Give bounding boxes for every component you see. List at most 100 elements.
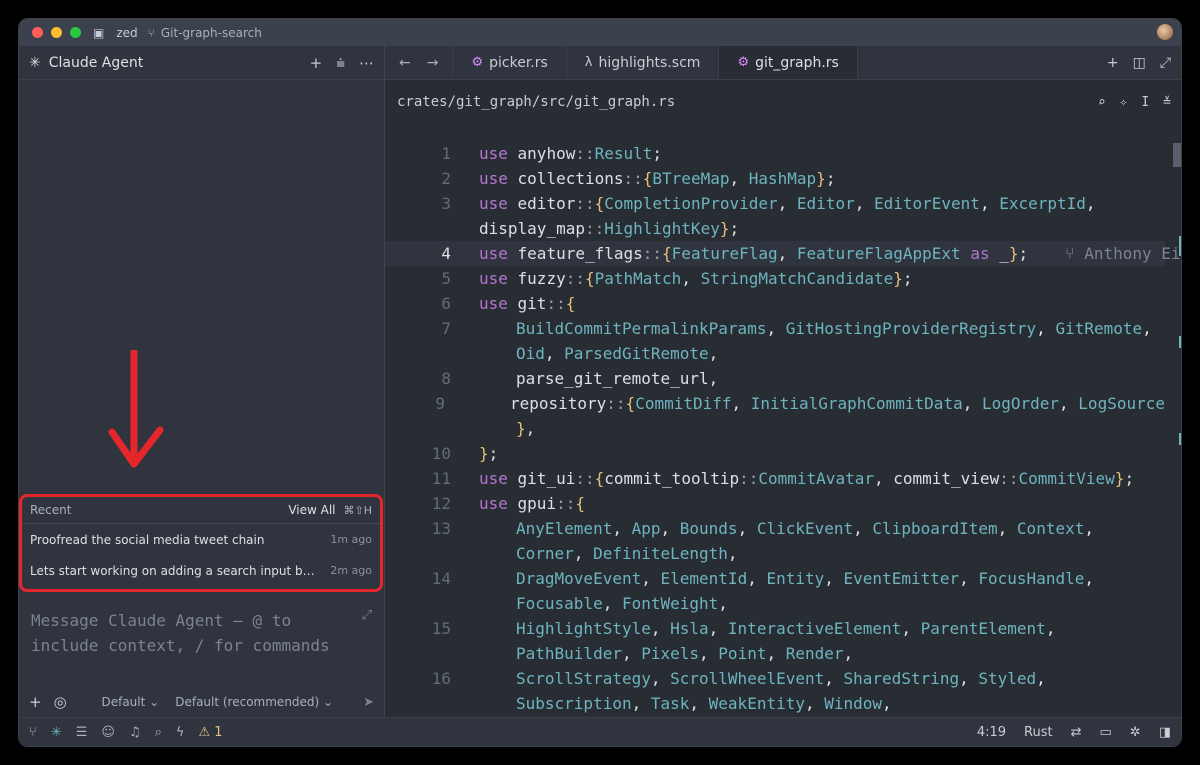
line-number: [385, 591, 465, 616]
code-line: AnyElement, App, Bounds, ClickEvent, Cli…: [516, 519, 1094, 538]
scroll-marker: [1179, 236, 1181, 256]
collab-icon[interactable]: ☺: [101, 725, 115, 740]
tab-git-graph[interactable]: ⚙ git_graph.rs: [719, 46, 858, 79]
titlebar: ▣ zed ⑂ Git-graph-search: [19, 19, 1181, 46]
warning-icon: ⚠: [198, 724, 211, 740]
line-number: 16: [431, 669, 451, 688]
code-line: repository::{CommitDiff, InitialGraphCom…: [509, 394, 1165, 413]
settings-sliders-icon[interactable]: ≚: [1163, 95, 1171, 110]
scrollbar[interactable]: [1171, 141, 1181, 721]
scrollbar-thumb[interactable]: [1173, 143, 1181, 167]
inline-blame[interactable]: ⑂ Anthony Ei: [1065, 241, 1181, 266]
add-context-icon[interactable]: +: [29, 693, 42, 711]
line-number: 14: [431, 569, 451, 588]
code-line: use feature_flags::{FeatureFlag, Feature…: [479, 244, 1029, 263]
warning-indicator[interactable]: ⚠ 1: [198, 725, 222, 740]
code-line: Oid, ParsedGitRemote,: [516, 344, 719, 363]
line-number: 12: [431, 494, 451, 513]
code-line: use gpui::{: [479, 494, 585, 513]
code-line: Subscription, Task, WeakEntity, Window,: [516, 694, 892, 713]
rust-icon: ⚙: [471, 55, 484, 70]
split-pane-icon[interactable]: ◫: [1133, 55, 1146, 71]
tab-label: picker.rs: [489, 54, 548, 71]
expand-icon[interactable]: ⤢: [362, 608, 372, 623]
model-selector[interactable]: Default (recommended) ⌄: [175, 695, 333, 709]
search-icon[interactable]: ⌕: [155, 725, 162, 740]
zoom-icon[interactable]: ⤢: [1160, 55, 1171, 71]
avatar[interactable]: [1157, 24, 1173, 40]
minimize-window-button[interactable]: [51, 27, 62, 38]
lightning-icon[interactable]: ϟ: [176, 725, 185, 740]
target-icon[interactable]: ◎: [54, 693, 67, 711]
window-controls: [32, 27, 81, 38]
app-window: ▣ zed ⑂ Git-graph-search ✳ Claude Agent +…: [18, 18, 1182, 747]
tab-picker[interactable]: ⚙ picker.rs: [453, 46, 567, 79]
forward-icon[interactable]: →: [427, 55, 439, 71]
line-number: 4: [441, 244, 451, 263]
line-number: 8: [441, 369, 451, 388]
terminal-icon[interactable]: ▭: [1100, 725, 1112, 740]
line-number: [385, 216, 465, 241]
line-number: [385, 641, 465, 666]
more-icon[interactable]: ⋯: [359, 54, 374, 72]
line-number: 6: [441, 294, 451, 313]
project-name[interactable]: zed: [116, 26, 137, 40]
sidebar-toggle-icon[interactable]: ▣: [93, 26, 104, 40]
model-label: Default (recommended): [175, 695, 320, 709]
code-line: use collections::{BTreeMap, HashMap};: [479, 169, 836, 188]
line-number: 13: [431, 519, 451, 538]
line-number: 3: [441, 194, 451, 213]
breadcrumb: crates/git_graph/src/git_graph.rs ⌕ ✧ I …: [385, 80, 1181, 124]
branch-icon: ⑂: [147, 25, 155, 40]
profile-selector[interactable]: Default ⌄: [101, 695, 159, 709]
line-number: 7: [441, 319, 451, 338]
tab-label: git_graph.rs: [755, 54, 839, 71]
warning-count: 1: [214, 724, 223, 740]
agent-panel-footer: + ◎ Default ⌄ Default (recommended) ⌄ ➤: [19, 685, 384, 719]
recent-threads: Recent View All ⌘⇧H Proofread the social…: [19, 494, 383, 592]
recent-thread-item[interactable]: Proofread the social media tweet chain 1…: [22, 524, 380, 555]
close-window-button[interactable]: [32, 27, 43, 38]
branch-selector[interactable]: ⑂ Git-graph-search: [148, 26, 262, 40]
options-lines-icon[interactable]: ⩧: [336, 54, 345, 72]
tab-highlights[interactable]: λ highlights.scm: [567, 46, 720, 79]
code-view[interactable]: 1 use anyhow::Result; 2 use collections::{…: [385, 141, 1181, 741]
cursor-position[interactable]: 4:19: [977, 725, 1006, 740]
maximize-window-button[interactable]: [70, 27, 81, 38]
tab-label: highlights.scm: [598, 54, 701, 71]
editor-pane: ← → ⚙ picker.rs λ highlights.scm ⚙ git_grap…: [385, 46, 1181, 738]
back-icon[interactable]: ←: [399, 55, 411, 71]
line-number: 15: [431, 619, 451, 638]
line-number: 10: [431, 444, 451, 463]
right-panel-icon[interactable]: ◨: [1159, 725, 1171, 740]
line-number: 2: [441, 169, 451, 188]
outline-icon[interactable]: ☰: [76, 725, 88, 740]
sparkle-icon[interactable]: ✧: [1120, 95, 1128, 110]
recent-label: Recent: [30, 503, 72, 517]
view-all-button[interactable]: View All: [288, 503, 335, 517]
commit-icon: ⑂: [1065, 244, 1085, 263]
code-line: DragMoveEvent, ElementId, Entity, EventE…: [516, 569, 1094, 588]
new-tab-icon[interactable]: +: [1107, 55, 1119, 71]
breadcrumb-path[interactable]: crates/git_graph/src/git_graph.rs: [397, 94, 675, 110]
search-icon[interactable]: ⌕: [1098, 95, 1106, 110]
language-selector[interactable]: Rust: [1024, 725, 1053, 740]
text-cursor-icon[interactable]: I: [1141, 95, 1149, 110]
code-line: display_map::HighlightKey};: [479, 219, 740, 238]
code-line: BuildCommitPermalinkParams, GitHostingPr…: [516, 319, 1152, 338]
git-branch-icon[interactable]: ⑂: [29, 725, 37, 740]
lambda-icon: λ: [584, 55, 593, 70]
notification-bell-icon[interactable]: ♫: [129, 725, 141, 740]
scroll-marker: [1179, 433, 1181, 445]
branch-name: Git-graph-search: [160, 25, 262, 40]
message-input[interactable]: Message Claude Agent — @ to include cont…: [31, 608, 331, 658]
thread-time: 2m ago: [330, 564, 372, 577]
ai-sparkle-icon[interactable]: ✳: [51, 725, 62, 740]
recent-thread-item[interactable]: Lets start working on adding a search in…: [22, 555, 380, 586]
agent-panel-title: Claude Agent: [48, 54, 144, 71]
new-thread-icon[interactable]: +: [310, 54, 323, 72]
blame-author: Anthony Ei: [1084, 244, 1181, 263]
send-icon[interactable]: ➤: [363, 695, 374, 710]
debug-icon[interactable]: ✲: [1130, 725, 1141, 740]
assistant-icon[interactable]: ⇄: [1071, 725, 1082, 740]
